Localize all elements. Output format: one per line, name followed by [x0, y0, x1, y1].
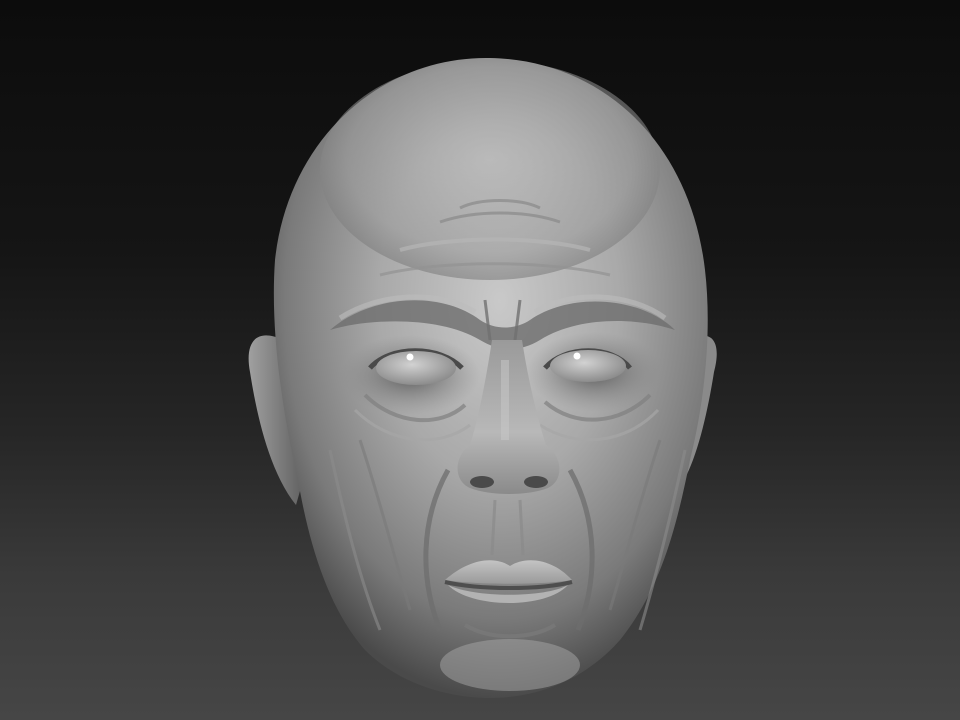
left-eye-specular	[406, 353, 414, 361]
right-eyeball	[550, 350, 626, 382]
right-eye-specular	[573, 352, 581, 360]
right-nostril	[524, 476, 548, 488]
cranium-highlight	[320, 60, 660, 280]
head-sculpt-render	[248, 57, 717, 699]
sculpt-viewport[interactable]	[0, 0, 960, 720]
left-eyeball	[376, 351, 456, 385]
chin	[440, 639, 580, 691]
left-nostril	[470, 476, 494, 488]
